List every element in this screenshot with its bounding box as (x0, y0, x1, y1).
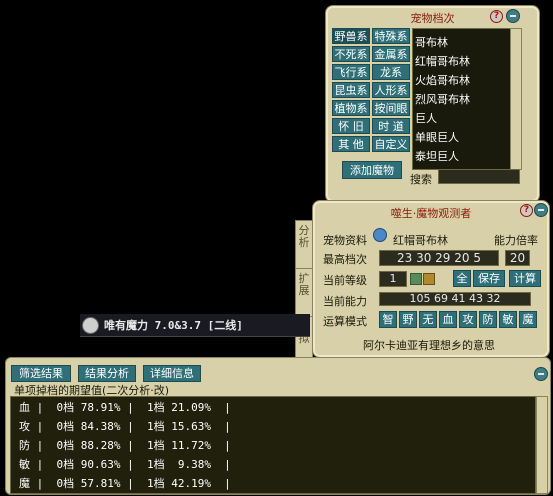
result-panel: 筛选结果 结果分析 详细信息 单项掉档的期望值(二次分析·改) 血 | 0档 7… (5, 357, 551, 495)
help-icon[interactable]: ? (520, 204, 533, 217)
mode-button[interactable]: 魔 (519, 311, 537, 328)
level-field[interactable]: 1 (379, 271, 407, 287)
table-row: 防 | 0档 88.28% | 1档 11.72% | (19, 439, 231, 452)
category-button[interactable]: 特殊系 (372, 28, 410, 44)
mode-button[interactable]: 野 (399, 311, 417, 328)
result-table[interactable]: 血 | 0档 78.91% | 1档 21.09% | 攻 | 0档 84.38… (10, 396, 536, 494)
mode-button[interactable]: 攻 (459, 311, 477, 328)
list-item[interactable]: 哥布林 (415, 34, 448, 50)
help-icon[interactable]: ? (490, 10, 503, 23)
category-button[interactable]: 植物系 (332, 100, 370, 116)
category-button[interactable]: 金属系 (372, 46, 410, 62)
mode-button[interactable]: 敏 (499, 311, 517, 328)
add-monster-button[interactable]: 添加魔物 (342, 161, 402, 179)
mode-button[interactable]: 防 (479, 311, 497, 328)
table-row: 血 | 0档 78.91% | 1档 21.09% | (19, 401, 231, 414)
list-item[interactable]: 红帽哥布林 (415, 53, 470, 69)
category-button[interactable]: 时 道 (372, 118, 410, 134)
category-button[interactable]: 飞行系 (332, 64, 370, 80)
level-label: 当前等级 (323, 274, 367, 287)
category-button[interactable]: 昆虫系 (332, 82, 370, 98)
table-row: 攻 | 0档 84.38% | 1档 15.63% | (19, 420, 231, 433)
pet-panel: 宠物档次 ? 野兽系 特殊系 不死系 金属系 飞行系 龙系 昆虫系 人形系 植物… (325, 5, 540, 203)
list-item[interactable]: 火焰哥布林 (415, 72, 470, 88)
top-grade-label: 最高档次 (323, 253, 367, 266)
category-button[interactable]: 怀 旧 (332, 118, 370, 134)
list-item[interactable]: 泰坦巨人 (415, 148, 459, 164)
level-down-icon[interactable] (410, 273, 422, 285)
pet-icon (373, 228, 387, 242)
top-grade-field[interactable]: 23 30 29 20 5 (379, 250, 499, 266)
all-button[interactable]: 全 (453, 270, 471, 287)
table-row: 魔 | 0档 57.81% | 1档 42.19% | (19, 477, 231, 490)
game-logo-icon (82, 317, 99, 334)
search-input[interactable] (438, 169, 520, 184)
list-item[interactable]: 巨人 (415, 110, 437, 126)
pet-info-label: 宠物资料 (323, 234, 367, 247)
pet-list[interactable]: 哥布林 红帽哥布林 火焰哥布林 烈风哥布林 巨人 单眼巨人 泰坦巨人 (412, 28, 512, 170)
category-button[interactable]: 不死系 (332, 46, 370, 62)
ability-field[interactable]: 105 69 41 43 32 (379, 292, 531, 306)
pet-info-value: 红帽哥布林 (393, 234, 448, 247)
result-scrollbar[interactable] (536, 396, 548, 494)
minimize-icon[interactable] (534, 367, 548, 381)
category-button[interactable]: 野兽系 (332, 28, 370, 44)
tab-analysis[interactable]: 分析 (295, 220, 313, 270)
observer-panel-title: 噬生·魔物观测者 (390, 207, 472, 220)
game-label-bar: 唯有魔力 7.0&3.7 [二线] (80, 314, 310, 337)
ability-label: 当前能力 (323, 295, 367, 308)
mode-button[interactable]: 智 (379, 311, 397, 328)
search-label: 搜索 (410, 173, 432, 186)
pet-list-scrollbar[interactable] (510, 28, 522, 170)
category-button[interactable]: 人形系 (372, 82, 410, 98)
filter-results-button[interactable]: 筛选结果 (11, 365, 71, 382)
minimize-icon[interactable] (506, 9, 520, 23)
category-button[interactable]: 龙系 (372, 64, 410, 80)
observer-panel: 噬生·魔物观测者 ? 宠物资料 红帽哥布林 能力倍率 最高档次 23 30 29… (312, 200, 550, 358)
result-analysis-button[interactable]: 结果分析 (78, 365, 136, 382)
mode-button[interactable]: 血 (439, 311, 457, 328)
list-item[interactable]: 烈风哥布林 (415, 91, 470, 107)
minimize-icon[interactable] (534, 203, 548, 217)
multiplier-field[interactable]: 20 (505, 250, 530, 266)
list-item[interactable]: 单眼巨人 (415, 129, 459, 145)
tab-extend[interactable]: 扩展 (295, 268, 313, 318)
calculate-button[interactable]: 计算 (509, 270, 541, 287)
detail-info-button[interactable]: 详细信息 (143, 365, 201, 382)
footer-text: 阿尔卡迪亚有理想乡的意思 (363, 339, 495, 352)
category-button[interactable]: 自定义 (372, 136, 410, 152)
multiplier-label: 能力倍率 (494, 234, 538, 247)
level-up-icon[interactable] (423, 273, 435, 285)
category-button[interactable]: 按间眼 (372, 100, 410, 116)
save-button[interactable]: 保存 (473, 270, 505, 287)
mode-label: 运算模式 (323, 315, 367, 328)
mode-button[interactable]: 无 (419, 311, 437, 328)
table-row: 敏 | 0档 90.63% | 1档 9.38% | (19, 458, 231, 471)
category-button[interactable]: 其 他 (332, 136, 370, 152)
game-label: 唯有魔力 7.0&3.7 [二线] (104, 319, 243, 332)
